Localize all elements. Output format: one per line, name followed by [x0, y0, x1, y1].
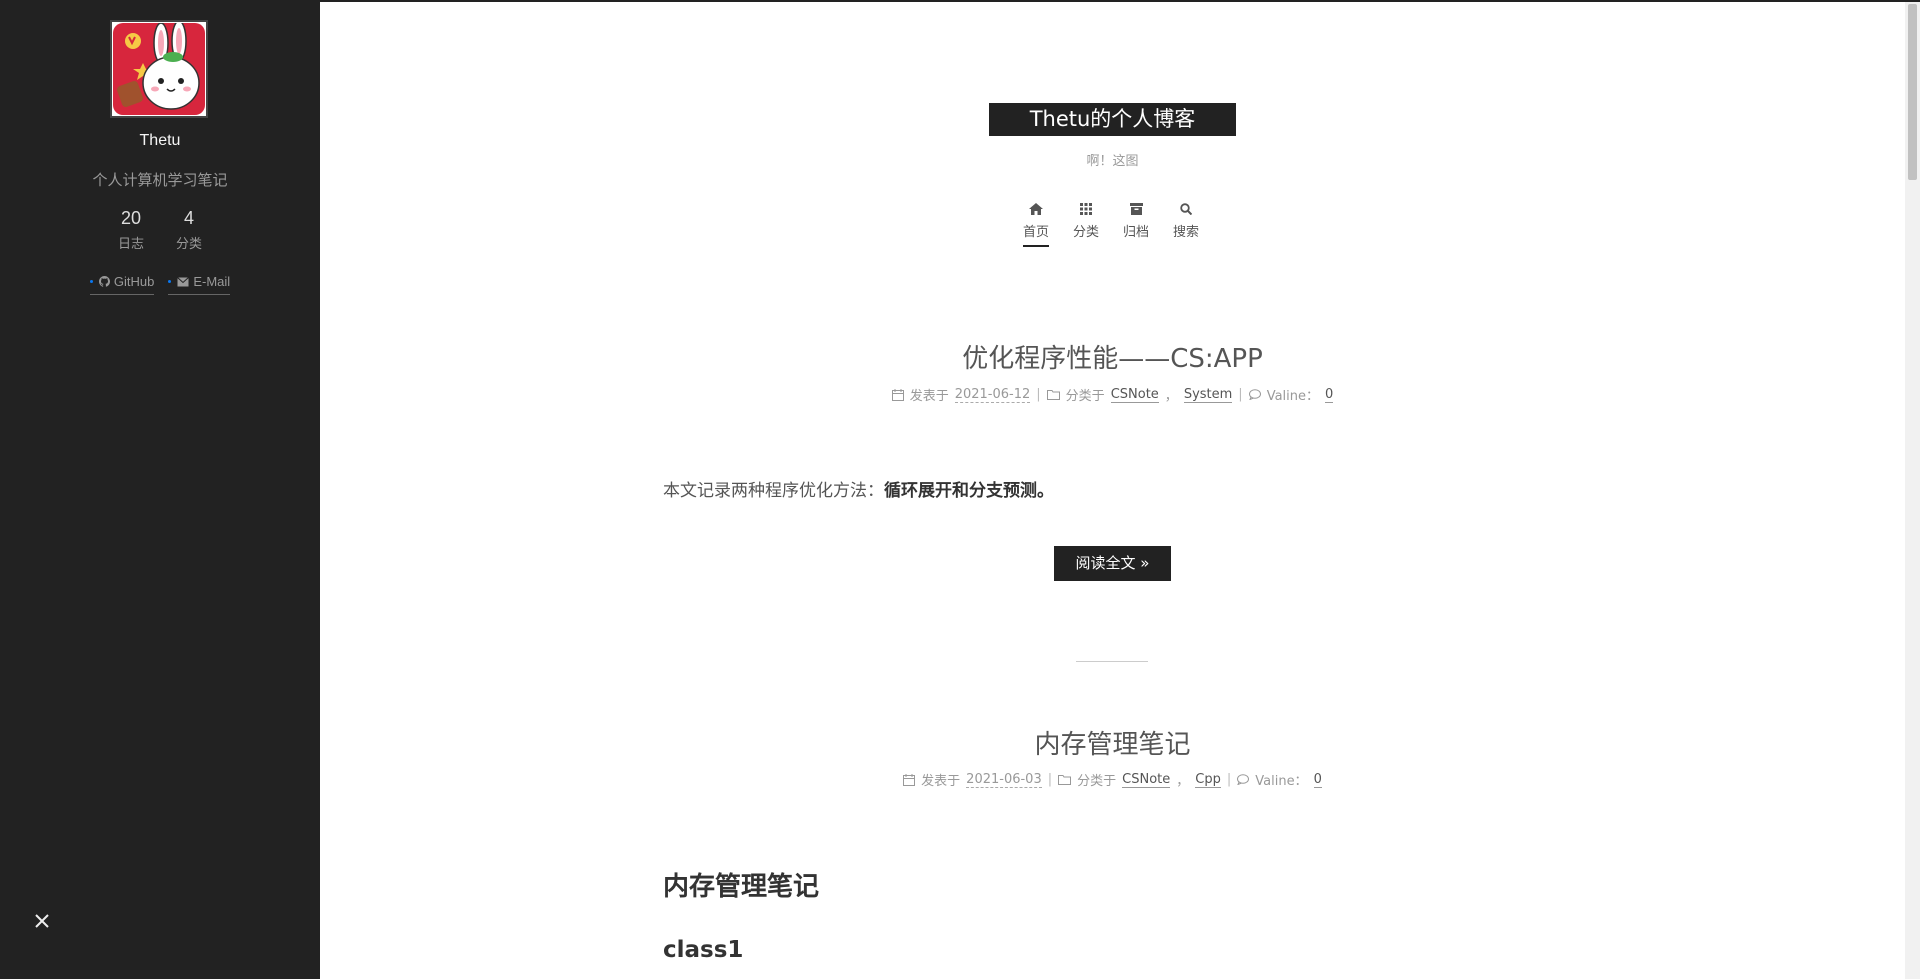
- scrollbar-thumb[interactable]: [1908, 4, 1917, 180]
- bullet-dot: [168, 280, 172, 283]
- meta-divider: |: [1238, 387, 1243, 402]
- meta-divider: |: [1036, 387, 1041, 402]
- post-divider: [1076, 661, 1148, 662]
- site-stats: 20 日志 4 分类: [0, 208, 320, 252]
- category-comma: ，: [1176, 774, 1190, 789]
- comments-label: Valine：: [1266, 389, 1319, 404]
- post-meta: 发表于 2021-06-03 | 分类于 CSNote ， Cpp | Vali…: [0, 770, 1920, 789]
- category-comma: ，: [1164, 389, 1178, 404]
- github-link[interactable]: GitHub: [89, 274, 155, 295]
- post-date: 2021-06-03: [966, 771, 1042, 788]
- post-excerpt: 本文记录两种程序优化方法：循环展开和分支预测。: [663, 476, 1563, 501]
- mail-icon: [177, 276, 190, 286]
- menu-label: 分类: [1072, 225, 1099, 240]
- menu-label: 首页: [1022, 225, 1049, 247]
- folder-icon: [1046, 390, 1060, 400]
- meta-divider: |: [1047, 772, 1053, 787]
- author-avatar: [110, 20, 208, 118]
- archive-icon: [1129, 203, 1143, 215]
- comments-label: Valine：: [1255, 774, 1308, 789]
- category-label: 分类于: [1077, 774, 1117, 789]
- stat-label: 分类: [175, 237, 202, 252]
- bullet-dot: [89, 280, 93, 283]
- github-link-label: GitHub: [113, 274, 155, 289]
- menu-label: 搜索: [1172, 225, 1199, 240]
- meta-divider: |: [1226, 772, 1232, 787]
- stat-categories[interactable]: 4 分类: [160, 208, 218, 252]
- category-link[interactable]: System: [1183, 387, 1233, 403]
- stat-posts[interactable]: 20 日志: [102, 208, 160, 252]
- calendar-icon: [891, 388, 904, 401]
- author-description: 个人计算机学习笔记: [92, 171, 228, 189]
- menu-item-home[interactable]: 首页: [1018, 203, 1054, 247]
- post-heading: 内存管理笔记: [663, 872, 820, 902]
- comment-icon: [1237, 774, 1250, 785]
- category-link[interactable]: Cpp: [1195, 772, 1221, 788]
- posted-label: 发表于: [909, 389, 949, 404]
- site-title[interactable]: Thetu的个人博客: [989, 103, 1236, 136]
- post-title[interactable]: 优化程序性能——CS:APP: [0, 338, 1920, 375]
- folder-icon: [1058, 775, 1072, 785]
- author-name: Thetu: [139, 132, 181, 149]
- page-scrollbar[interactable]: [1905, 0, 1920, 979]
- post-meta: 发表于 2021-06-12 | 分类于 CSNote ， System | V…: [0, 385, 1920, 404]
- post-subheading: class1: [663, 937, 744, 963]
- menu-item-search[interactable]: 搜索: [1168, 203, 1204, 240]
- posted-label: 发表于: [921, 774, 961, 789]
- github-icon: [98, 276, 110, 287]
- category-link[interactable]: CSNote: [1110, 387, 1159, 403]
- menu-item-archives[interactable]: 归档: [1118, 203, 1154, 240]
- email-link-label: E-Mail: [193, 274, 231, 289]
- email-link[interactable]: E-Mail: [168, 274, 231, 295]
- grid-icon: [1080, 203, 1092, 215]
- social-links: GitHub E-Mail: [0, 274, 320, 295]
- category-link[interactable]: CSNote: [1122, 772, 1171, 788]
- stat-count: 4: [183, 208, 194, 228]
- comments-count[interactable]: 0: [1313, 772, 1322, 788]
- read-more-button[interactable]: 阅读全文 »: [1054, 546, 1171, 581]
- site-subtitle: 啊！这图: [1086, 154, 1139, 169]
- close-sidebar-icon[interactable]: [30, 909, 54, 933]
- home-icon: [1029, 203, 1043, 215]
- excerpt-text: 本文记录两种程序优化方法：: [663, 481, 884, 501]
- post-title[interactable]: 内存管理笔记: [0, 724, 1920, 761]
- excerpt-bold: 循环展开和分支预测。: [884, 481, 1054, 501]
- search-icon: [1180, 203, 1192, 215]
- sidebar: Thetu 个人计算机学习笔记 20 日志 4 分类 GitHub E-Mail: [0, 0, 320, 979]
- stat-count: 20: [120, 208, 142, 228]
- stat-label: 日志: [117, 237, 144, 252]
- menu-label: 归档: [1122, 225, 1149, 240]
- main-menu: 首页 分类 归档 搜索: [1018, 203, 1204, 247]
- comment-icon: [1248, 389, 1261, 400]
- comments-count[interactable]: 0: [1325, 387, 1334, 403]
- category-label: 分类于: [1065, 389, 1105, 404]
- calendar-icon: [903, 773, 916, 786]
- menu-item-categories[interactable]: 分类: [1068, 203, 1104, 240]
- rabbit-avatar-icon: [113, 20, 205, 115]
- top-border: [0, 0, 1920, 2]
- post-date: 2021-06-12: [954, 386, 1031, 403]
